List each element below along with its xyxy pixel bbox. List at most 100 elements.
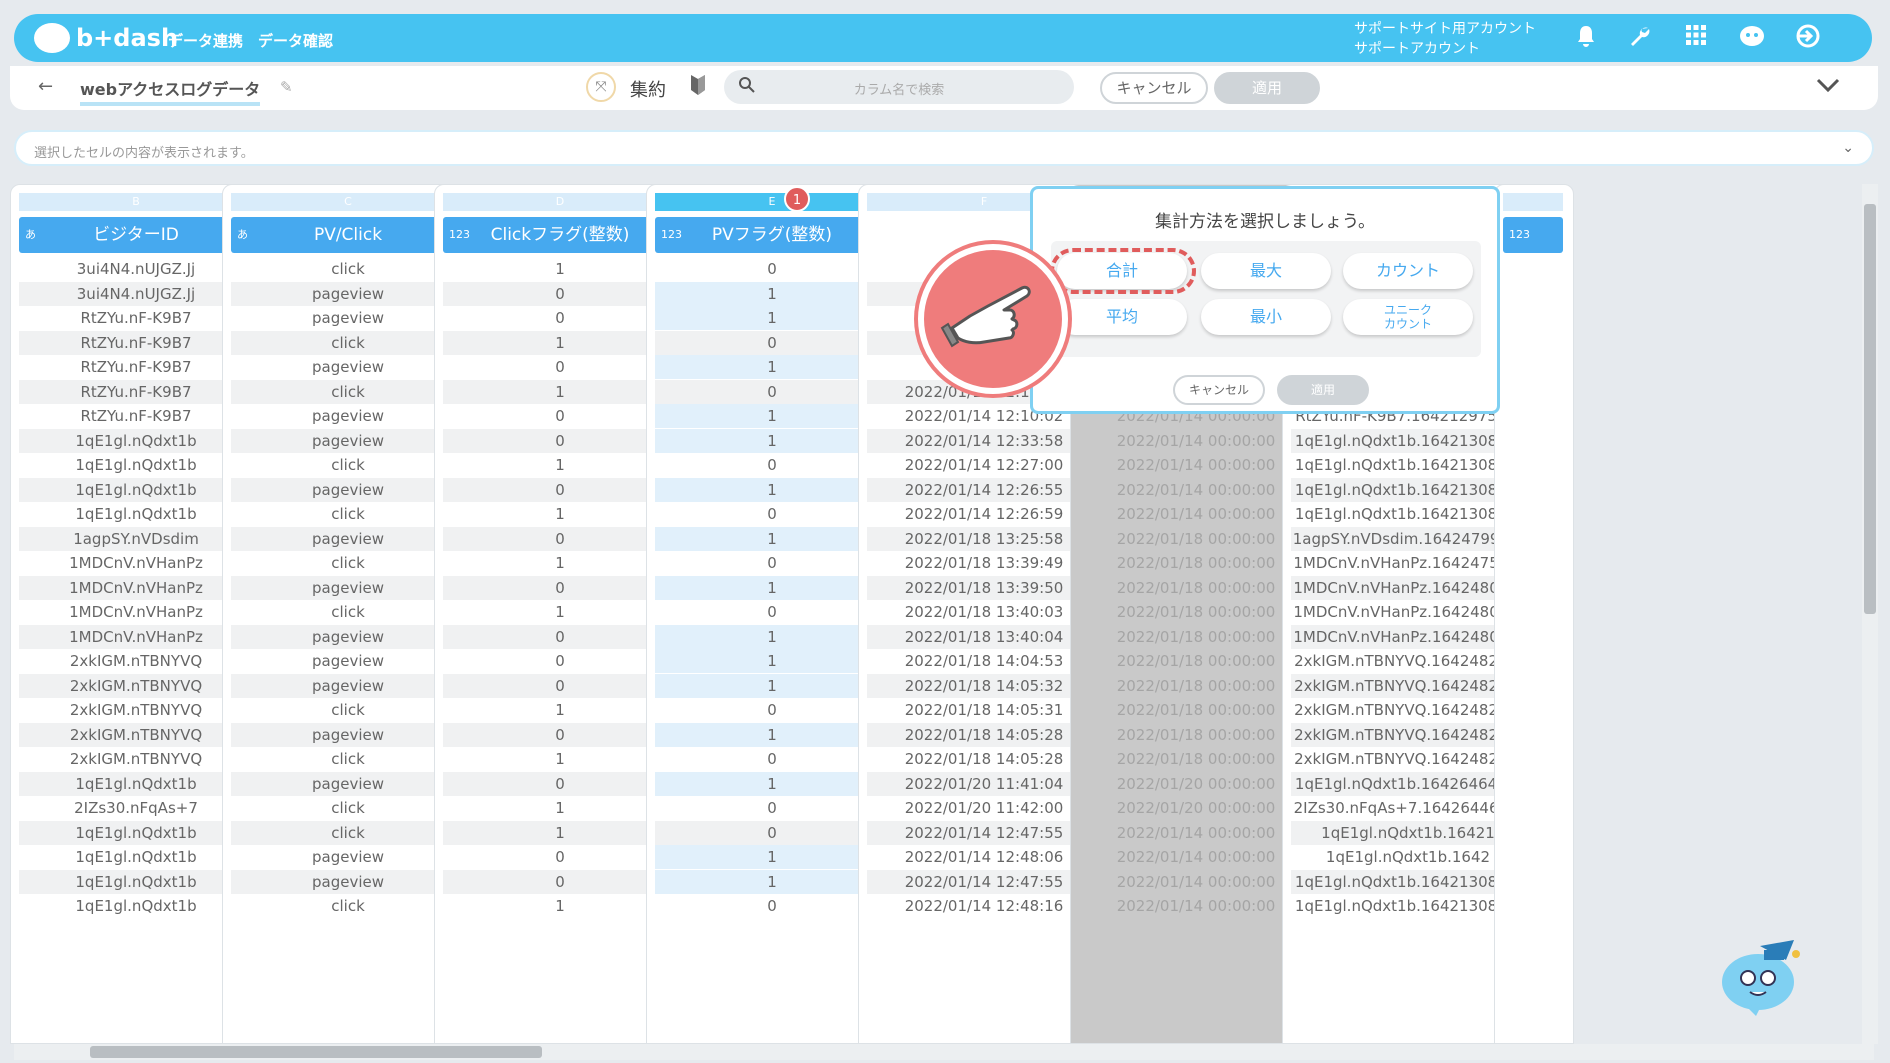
table-cell[interactable]: 1: [443, 551, 677, 575]
table-cell[interactable]: 1qE1gl.nQdxt1b: [19, 477, 253, 502]
nav-data-link[interactable]: データ連携: [168, 30, 243, 51]
column-header[interactable]: あ PV/Click: [231, 217, 465, 253]
table-cell[interactable]: 0: [443, 624, 677, 649]
table-cell[interactable]: pageview: [231, 624, 465, 649]
table-cell[interactable]: 1agpSY.nVDsdim.164247994...: [1291, 526, 1525, 551]
table-cell[interactable]: pageview: [231, 649, 465, 673]
table-cell[interactable]: 0: [443, 281, 677, 306]
table-cell[interactable]: pageview: [231, 771, 465, 796]
table-cell[interactable]: 2022/01/18 00:00:00: [1079, 527, 1313, 551]
table-cell[interactable]: 2022/01/18 13:25:58: [867, 526, 1101, 551]
table-cell[interactable]: 1: [655, 649, 889, 673]
table-cell[interactable]: 0: [443, 306, 677, 330]
table-cell[interactable]: 2022/01/14 00:00:00: [1079, 502, 1313, 526]
table-cell[interactable]: 1qE1gl.nQdxt1b.164213081...: [1291, 502, 1525, 526]
option-max-button[interactable]: 最大: [1201, 253, 1331, 289]
table-cell[interactable]: click: [231, 600, 465, 624]
cell-content-bar[interactable]: 選択したセルの内容が表示されます。 ⌄: [14, 130, 1874, 166]
nav-data-check[interactable]: データ確認: [258, 30, 333, 51]
column-header[interactable]: あ ビジターID: [19, 217, 253, 253]
table-cell[interactable]: 2022/01/18 00:00:00: [1079, 576, 1313, 600]
table-cell[interactable]: 1MDCnV.nVHanPz.16424807...: [1291, 600, 1525, 624]
table-cell[interactable]: click: [231, 894, 465, 918]
bdash-logo[interactable]: b+dash: [34, 22, 178, 54]
toolbar-apply-button[interactable]: 適用: [1214, 72, 1320, 104]
table-cell[interactable]: 2022/01/14 00:00:00: [1079, 478, 1313, 502]
table-cell[interactable]: 2xkIGM.nTBNYVQ.16424822...: [1291, 649, 1525, 673]
table-cell[interactable]: 1: [655, 306, 889, 330]
option-count-button[interactable]: カウント: [1343, 253, 1473, 289]
table-cell[interactable]: 2022/01/18 13:39:50: [867, 575, 1101, 600]
table-cell[interactable]: 2022/01/14 00:00:00: [1079, 429, 1313, 453]
beginner-mark-icon[interactable]: [690, 74, 706, 101]
table-cell[interactable]: 2022/01/18 00:00:00: [1079, 698, 1313, 722]
table-cell[interactable]: 3ui4N4.nUJGZ.Jj: [19, 281, 253, 306]
table-cell[interactable]: 2022/01/18 13:39:49: [867, 551, 1101, 575]
grid-icon[interactable]: [1682, 24, 1710, 52]
table-cell[interactable]: 2022/01/18 13:40:04: [867, 624, 1101, 649]
table-cell[interactable]: RtZYu.nF-K9B7: [19, 404, 253, 428]
bell-icon[interactable]: [1572, 24, 1600, 52]
table-cell[interactable]: 2022/01/18 14:05:28: [867, 747, 1101, 771]
table-cell[interactable]: 0: [655, 894, 889, 918]
horizontal-scrollbar[interactable]: [14, 1044, 1874, 1060]
popup-apply-button[interactable]: 適用: [1277, 375, 1369, 405]
table-cell[interactable]: 2xkIGM.nTBNYVQ.16424822...: [1291, 698, 1525, 722]
table-cell[interactable]: 1MDCnV.nVHanPz.16424807...: [1291, 624, 1525, 649]
table-cell[interactable]: 1: [443, 820, 677, 845]
vertical-scrollbar[interactable]: [1862, 184, 1878, 1044]
table-cell[interactable]: 2022/01/18 14:04:53: [867, 649, 1101, 673]
table-cell[interactable]: 2022/01/18 14:05:28: [867, 722, 1101, 747]
table-cell[interactable]: 1qE1gl.nQdxt1b: [19, 428, 253, 453]
table-cell[interactable]: 1qE1gl.nQdxt1b.164264646...: [1291, 771, 1525, 796]
table-cell[interactable]: 0: [443, 845, 677, 869]
table-cell[interactable]: 2022/01/14 12:48:06: [867, 845, 1101, 869]
table-cell[interactable]: 2022/01/14 00:00:00: [1079, 845, 1313, 869]
table-cell[interactable]: 1qE1gl.nQdxt1b.164213081...: [1291, 477, 1525, 502]
table-cell[interactable]: 1MDCnV.nVHanPz.16424807...: [1291, 575, 1525, 600]
table-cell[interactable]: 2022/01/20 00:00:00: [1079, 772, 1313, 796]
table-cell[interactable]: 0: [443, 575, 677, 600]
table-cell[interactable]: 0: [443, 722, 677, 747]
table-cell[interactable]: 2xkIGM.nTBNYVQ.16424822...: [1291, 747, 1525, 771]
table-cell[interactable]: 2022/01/14 00:00:00: [1079, 821, 1313, 845]
table-cell[interactable]: 1MDCnV.nVHanPz.16424753...: [1291, 551, 1525, 575]
table-cell[interactable]: 1: [655, 404, 889, 428]
table-cell[interactable]: pageview: [231, 428, 465, 453]
table-cell[interactable]: 1qE1gl.nQdxt1b: [19, 453, 253, 477]
toolbar-cancel-button[interactable]: キャンセル: [1100, 72, 1208, 104]
table-cell[interactable]: 2IZs30.nFqAs+7.164264469...: [1291, 796, 1525, 820]
table-cell[interactable]: 2022/01/14 00:00:00: [1079, 453, 1313, 477]
option-min-button[interactable]: 最小: [1201, 299, 1331, 335]
table-cell[interactable]: 2022/01/20 00:00:00: [1079, 796, 1313, 820]
table-cell[interactable]: click: [231, 820, 465, 845]
column-letter[interactable]: E: [655, 193, 889, 211]
table-cell[interactable]: 2022/01/18 14:05:31: [867, 698, 1101, 722]
table-cell[interactable]: 2022/01/20 11:42:00: [867, 796, 1101, 820]
table-cell[interactable]: 2xkIGM.nTBNYVQ: [19, 673, 253, 698]
table-cell[interactable]: 1qE1gl.nQdxt1b: [19, 502, 253, 526]
account-info[interactable]: サポートサイト用アカウント サポートアカウント: [1354, 19, 1536, 59]
table-cell[interactable]: 1: [443, 698, 677, 722]
vertical-scroll-thumb[interactable]: [1864, 204, 1876, 614]
table-cell[interactable]: RtZYu.nF-K9B7: [19, 355, 253, 379]
column-next[interactable]: 123: [1494, 184, 1574, 1044]
table-cell[interactable]: 1: [655, 428, 889, 453]
table-cell[interactable]: pageview: [231, 526, 465, 551]
table-cell[interactable]: 1qE1gl.nQdxt1b.1642: [1291, 845, 1525, 869]
table-cell[interactable]: 1: [443, 330, 677, 355]
table-cell[interactable]: 1: [443, 600, 677, 624]
table-cell[interactable]: click: [231, 502, 465, 526]
table-cell[interactable]: pageview: [231, 404, 465, 428]
table-cell[interactable]: 0: [443, 649, 677, 673]
table-cell[interactable]: 0: [655, 820, 889, 845]
table-cell[interactable]: 1: [655, 771, 889, 796]
back-arrow-icon[interactable]: ←: [38, 76, 53, 97]
table-cell[interactable]: pageview: [231, 477, 465, 502]
popup-cancel-button[interactable]: キャンセル: [1173, 375, 1265, 405]
table-cell[interactable]: 1qE1gl.nQdxt1b.164213081...: [1291, 453, 1525, 477]
table-cell[interactable]: 1qE1gl.nQdxt1b.164213081...: [1291, 894, 1525, 918]
table-cell[interactable]: 0: [443, 477, 677, 502]
table-cell[interactable]: 1: [655, 869, 889, 894]
table-cell[interactable]: 0: [655, 600, 889, 624]
